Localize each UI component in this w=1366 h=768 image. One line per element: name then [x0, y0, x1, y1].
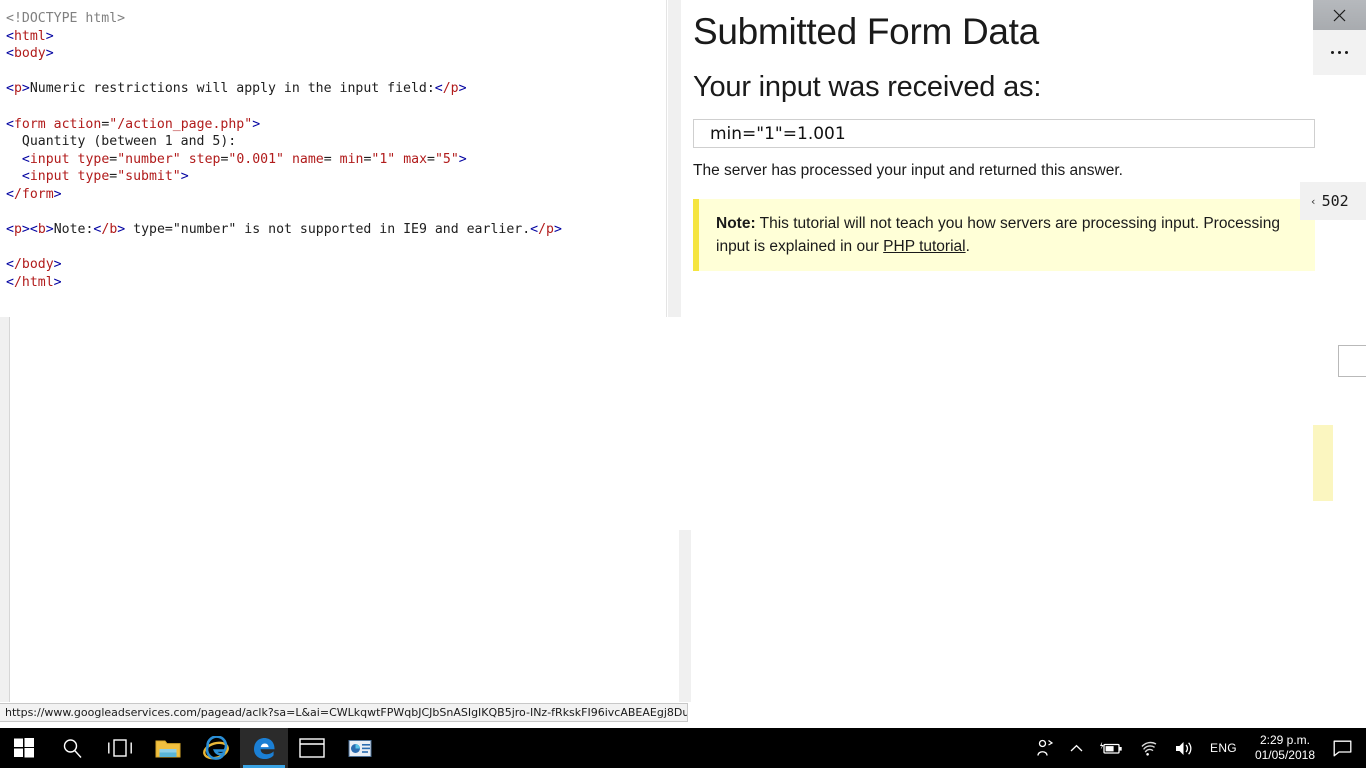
edge-box-fragment: [1338, 345, 1366, 377]
system-tray: ENG 2:29 p.m. 01/05/2018: [1028, 728, 1366, 768]
people-button[interactable]: [1028, 728, 1062, 768]
language-indicator[interactable]: ENG: [1202, 728, 1245, 768]
internet-explorer-button[interactable]: [192, 728, 240, 768]
language-label: ENG: [1210, 741, 1237, 755]
media-app-button[interactable]: [336, 728, 384, 768]
clock[interactable]: 2:29 p.m. 01/05/2018: [1245, 728, 1325, 768]
chevron-left-icon: ‹: [1310, 194, 1317, 208]
search-icon: [63, 738, 82, 758]
wifi-icon: [1141, 741, 1157, 756]
note-text-after: .: [965, 238, 970, 255]
server-message: The server has processed your input and …: [693, 162, 1123, 179]
file-explorer-button[interactable]: [144, 728, 192, 768]
rendered-result-pane: Submitted Form Data Your input was recei…: [682, 0, 1366, 317]
more-options-button[interactable]: [1313, 30, 1366, 75]
right-edge-info-strip: ‹ 502: [1300, 182, 1366, 220]
close-button[interactable]: [1313, 0, 1366, 30]
code-line: <!DOCTYPE html>: [6, 11, 126, 26]
code-line: </html>: [6, 274, 62, 290]
task-view-button[interactable]: [96, 728, 144, 768]
result-subtitle: Your input was received as:: [693, 71, 1042, 103]
battery-button[interactable]: [1091, 728, 1131, 768]
windows-taskbar: ENG 2:29 p.m. 01/05/2018: [0, 728, 1366, 768]
edge-yellow-fragment: [1313, 425, 1333, 501]
code-line: <body>: [6, 46, 54, 62]
network-button[interactable]: [1131, 728, 1166, 768]
window-icon: [299, 738, 325, 758]
lower-pane-scrollbar[interactable]: [679, 530, 691, 702]
clock-date: 01/05/2018: [1254, 748, 1315, 762]
code-line-list: <!DOCTYPE html> <html> <body> <p>Numeric r…: [6, 10, 666, 292]
code-line: <p>Numeric restrictions will apply in th…: [6, 81, 467, 97]
code-line: <p><b>Note:</b> type="number" is not sup…: [6, 222, 562, 238]
notification-icon: [1333, 740, 1352, 756]
note-text-before: This tutorial will not teach you how ser…: [716, 215, 1280, 255]
search-button[interactable]: [48, 728, 96, 768]
ellipsis-icon: [1331, 51, 1348, 54]
microsoft-edge-button[interactable]: [240, 728, 288, 768]
folder-icon: [155, 740, 181, 757]
action-center-button[interactable]: [1325, 728, 1360, 768]
note-callout: Note: This tutorial will not teach you h…: [693, 199, 1315, 271]
status-bar-url: https://www.googleadservices.com/pagead/…: [0, 703, 688, 722]
code-line: <form action="/action_page.php">: [6, 116, 261, 132]
show-hidden-icons-button[interactable]: [1062, 728, 1091, 768]
volume-button[interactable]: [1166, 728, 1202, 768]
close-icon: [1333, 9, 1346, 21]
code-line: </form>: [6, 186, 62, 202]
submitted-value-text: min="1"=1.001: [710, 123, 846, 144]
html-source-pane[interactable]: <!DOCTYPE html> <html> <body> <p>Numeric r…: [0, 0, 666, 317]
lower-blank-document-pane: [0, 317, 690, 702]
windows-logo-icon: [14, 738, 34, 758]
php-tutorial-link[interactable]: PHP tutorial: [883, 238, 965, 255]
battery-charging-icon: [1100, 741, 1122, 754]
code-pane-scrollbar[interactable]: [666, 0, 681, 317]
code-line: </body>: [6, 257, 62, 273]
chevron-up-icon: [1070, 744, 1083, 751]
lower-pane-left-gutter: [0, 317, 10, 702]
code-line: Quantity (between 1 and 5):: [6, 134, 237, 150]
code-line: <html>: [6, 28, 54, 44]
code-line: <input type="number" step="0.001" name= …: [21, 151, 467, 167]
code-pane-scrollbar-thumb[interactable]: [668, 0, 681, 317]
submitted-value-box: min="1"=1.001: [693, 119, 1315, 148]
window-app-button[interactable]: [288, 728, 336, 768]
people-icon: [1037, 739, 1054, 756]
task-view-icon: [108, 739, 132, 757]
page-title: Submitted Form Data: [693, 11, 1039, 52]
browser-window: <!DOCTYPE html> <html> <body> <p>Numeric r…: [0, 0, 1366, 768]
note-label: Note:: [716, 215, 756, 232]
edge-icon: [253, 737, 274, 759]
code-line: <input type="submit">: [21, 169, 189, 185]
status-bar-url-text: https://www.googleadservices.com/pagead/…: [5, 706, 688, 719]
media-app-icon: [348, 739, 372, 757]
right-strip-value: 502: [1321, 192, 1349, 210]
start-button[interactable]: [0, 728, 48, 768]
clock-time: 2:29 p.m.: [1259, 733, 1310, 747]
internet-explorer-icon: [203, 736, 229, 760]
speaker-icon: [1176, 741, 1192, 755]
